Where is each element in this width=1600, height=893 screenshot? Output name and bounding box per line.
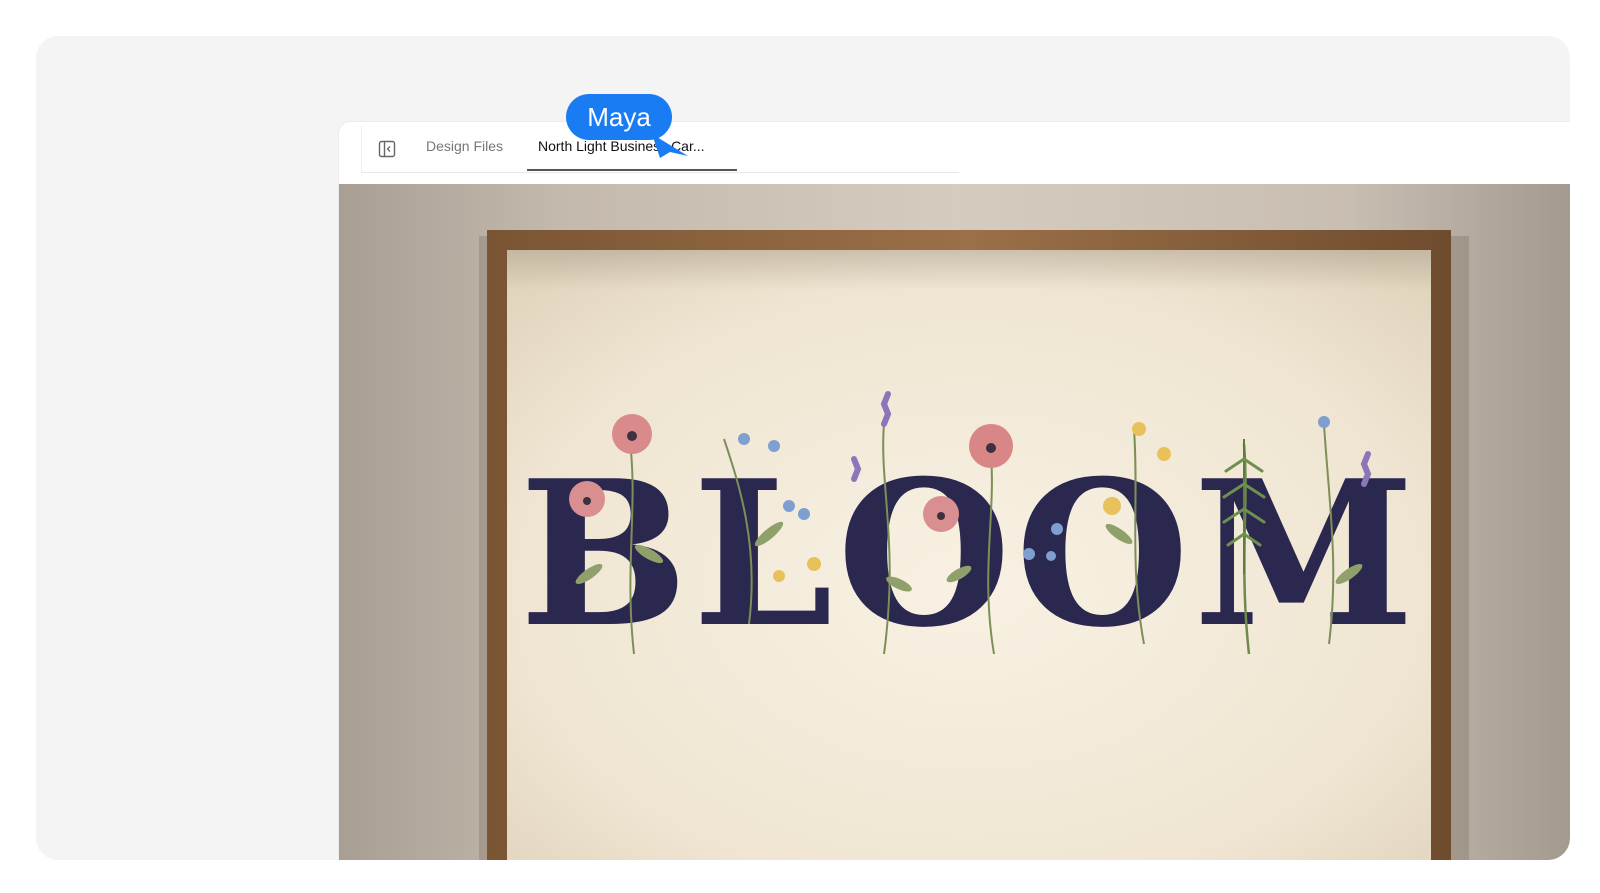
framed-print-illustration: BLOOM (479, 230, 1469, 860)
tab-design-files[interactable]: Design Files (426, 138, 503, 154)
artwork-canvas[interactable]: BLOOM (339, 184, 1570, 860)
tab-north-light-business-card[interactable]: North Light Business Car... (538, 138, 748, 154)
tab-bar: Design Files North Light Business Car... (339, 122, 1570, 184)
active-tab-indicator (527, 169, 737, 171)
sidebar-toggle-icon[interactable] (378, 140, 396, 158)
app-background: Design Files North Light Business Car... (36, 36, 1570, 860)
document-window: Design Files North Light Business Car... (339, 122, 1570, 860)
collaborator-cursor-label: Maya (566, 94, 672, 140)
